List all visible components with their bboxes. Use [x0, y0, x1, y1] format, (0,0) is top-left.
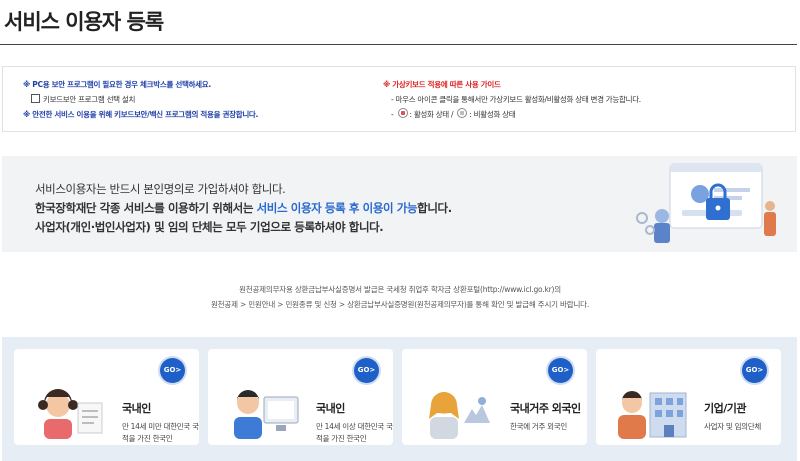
adult-at-computer-icon — [234, 390, 299, 439]
go-button[interactable]: GO> — [548, 358, 573, 383]
banner-highlight: 서비스 이용자 등록 후 이용이 가능 — [256, 201, 418, 215]
card-title: 국내인 — [316, 402, 345, 415]
certificate-info-line-1: 원천공제의무자용 상환금납부사실증명서 발급은 국세청 취업후 학자금 상환포털… — [239, 285, 561, 294]
card-korean-14-plus[interactable]: GO> 국내인 만 14세 이상 대한민국 국적을 가진 한국인 — [208, 349, 393, 445]
security-notice-left: ※ PC용 보안 프로그램이 필요한 경우 체크박스를 선택하세요. 키보드보안… — [23, 77, 258, 122]
security-login-illustration — [636, 163, 776, 243]
registration-banner: 서비스이용자는 반드시 본인명의로 가입하셔야 합니다. 한국장학재단 각종 서… — [2, 156, 797, 252]
certificate-info: 원천공제의무자용 상환금납부사실증명서 발급은 국세청 취업후 학자금 상환포털… — [0, 282, 800, 312]
keyboard-security-checkbox-label[interactable]: 키보드보안 프로그램 선택 설치 — [43, 95, 135, 104]
banner-line-2: 한국장학재단 각종 서비스를 이용하기 위해서는 서비스 이용자 등록 후 이용… — [35, 199, 452, 218]
child-icon — [38, 389, 103, 439]
banner-text: 서비스이용자는 반드시 본인명의로 가입하셔야 합니다. 한국장학재단 각종 서… — [35, 180, 452, 237]
keyboard-security-option[interactable]: 키보드보안 프로그램 선택 설치 — [23, 92, 258, 107]
user-type-cards: GO> 국내인 만 14세 미만 대한민국 국적을 가진 한국인 GO> 국내인… — [2, 337, 797, 461]
certificate-info-line-2: 원천공제 > 민원안내 > 민원종류 및 신청 > 상환금납부사실증명원(원천공… — [210, 300, 590, 309]
banner-line-2-pre: 한국장학재단 각종 서비스를 이용하기 위해서는 — [35, 201, 257, 215]
card-title: 국내거주 외국인 — [510, 402, 581, 415]
legend-dash: - — [391, 110, 394, 119]
card-description: 만 14세 미만 대한민국 국적을 가진 한국인 — [122, 422, 199, 443]
virtual-keyboard-guide: ※ 가상키보드 적용에 따른 사용 가이드 - 마우스 아이콘 클릭을 통해서만… — [383, 77, 641, 122]
card-business-organization[interactable]: GO> 기업/기관 사업자 및 임의단체 — [596, 349, 781, 445]
virtual-keyboard-desc: - 마우스 아이콘 클릭을 통해서만 가상키보드 활성화/비활성화 상태 변경 … — [391, 95, 641, 104]
virtual-keyboard-heading: ※ 가상키보드 적용에 따른 사용 가이드 — [383, 80, 501, 89]
banner-line-3: 사업자(개인·법인사업자) 및 임의 단체는 모두 기업으로 등록하셔야 합니다… — [35, 220, 384, 234]
go-button[interactable]: GO> — [160, 358, 185, 383]
go-button[interactable]: GO> — [354, 358, 379, 383]
banner-line-2-post: 합니다. — [417, 201, 452, 215]
banner-line-1: 서비스이용자는 반드시 본인명의로 가입하셔야 합니다. — [35, 182, 286, 196]
virtual-keyboard-legend: - : 활성화 상태 / : 비활성화 상태 — [383, 107, 641, 122]
page-title: 서비스 이용자 등록 — [4, 10, 164, 34]
card-title: 기업/기관 — [704, 402, 747, 415]
keyboard-active-icon — [397, 108, 408, 118]
card-description: 한국에 거주 외국인 — [510, 422, 567, 431]
card-foreign-resident[interactable]: GO> 국내거주 외국인 한국에 거주 외국인 — [402, 349, 587, 445]
card-description: 만 14세 이상 대한민국 국적을 가진 한국인 — [316, 422, 393, 443]
card-korean-under-14[interactable]: GO> 국내인 만 14세 미만 대한민국 국적을 가진 한국인 — [14, 349, 199, 445]
security-program-notice: ※ PC용 보안 프로그램이 필요한 경우 체크박스를 선택하세요. — [23, 80, 211, 89]
keyboard-inactive-icon — [457, 108, 468, 118]
inactive-state-label: : 비활성화 상태 — [469, 110, 516, 119]
go-button[interactable]: GO> — [742, 358, 767, 383]
active-state-label: : 활성화 상태 / — [409, 110, 454, 119]
security-notice-box: ※ PC용 보안 프로그램이 필요한 경우 체크박스를 선택하세요. 키보드보안… — [2, 66, 796, 132]
business-building-icon — [618, 391, 687, 439]
card-title: 국내인 — [122, 402, 151, 415]
card-description: 사업자 및 임의단체 — [704, 422, 761, 431]
security-recommend-notice: ※ 안전한 서비스 이용을 위해 키보드보안/백신 프로그램의 적용을 권장합니… — [23, 110, 259, 119]
title-divider — [0, 44, 797, 45]
keyboard-security-checkbox[interactable] — [31, 94, 40, 103]
foreigner-icon — [429, 392, 490, 439]
